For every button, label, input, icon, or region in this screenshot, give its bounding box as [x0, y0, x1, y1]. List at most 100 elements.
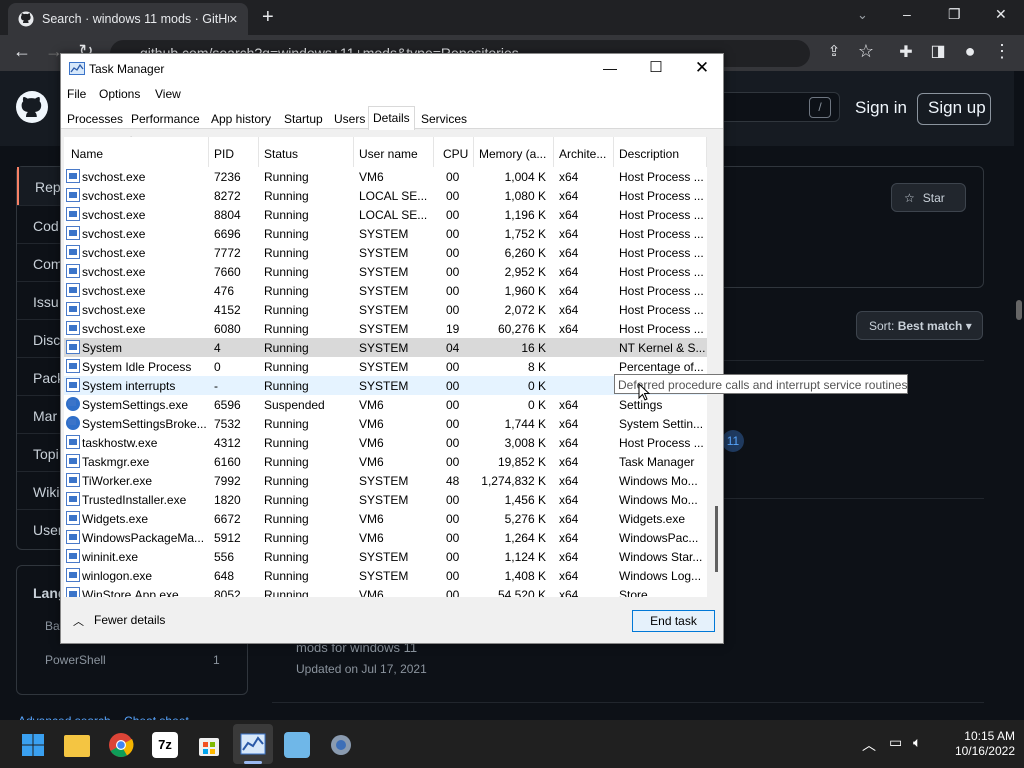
cell-cpu: 00 [446, 550, 460, 564]
minimize-icon[interactable]: — [587, 54, 633, 84]
profile-icon[interactable]: ● [958, 41, 982, 62]
minimize-icon[interactable]: – [903, 6, 911, 22]
back-icon[interactable]: ← [10, 41, 34, 62]
cell-pid: 8052 [214, 588, 241, 597]
end-task-button[interactable]: End task [632, 610, 715, 632]
chrome-icon[interactable] [108, 732, 134, 758]
table-scrollbar-thumb[interactable] [715, 506, 718, 572]
table-row[interactable]: TiWorker.exe 7992 Running SYSTEM 48 1,274,832… [64, 471, 707, 490]
close-tab-icon[interactable]: ✕ [229, 13, 238, 26]
task-manager-taskbar-icon[interactable] [240, 733, 266, 755]
column-header-name[interactable]: Name [64, 137, 209, 167]
table-row[interactable]: svchost.exe 8804 Running LOCAL SE... 00 1,196… [64, 205, 707, 224]
table-row[interactable]: System 4 Running SYSTEM 04 16 K NT Kernel & S.… [64, 338, 707, 357]
menu-file[interactable]: File [67, 87, 86, 101]
title-bar[interactable]: Task Manager — ☐ ✕ [61, 54, 723, 84]
table-row[interactable]: System Idle Process 0 Running SYSTEM 00 8 K Pe… [64, 357, 707, 376]
table-row[interactable]: SystemSettingsBroke... 7532 Running VM6 00 1,… [64, 414, 707, 433]
close-window-icon[interactable]: ✕ [995, 6, 1007, 23]
start-windows-icon[interactable] [21, 733, 45, 757]
cell-description: System Settin... [619, 417, 704, 431]
settings-gear-icon[interactable] [328, 732, 354, 758]
table-row[interactable]: System interrupts-RunningSYSTEM000 KDefe… [64, 376, 707, 395]
table-row[interactable]: taskhostw.exe 4312 Running VM6 00 3,008 K x64 H… [64, 433, 707, 452]
cell-cpu: 00 [446, 246, 460, 260]
column-header-architecture[interactable]: Archite... [554, 137, 614, 167]
cell-memory: 19,852 K [497, 455, 546, 469]
chevron-up-icon[interactable]: ︿ [862, 735, 876, 755]
cell-user: SYSTEM [359, 474, 409, 488]
7zip-icon[interactable]: 7z [152, 732, 178, 758]
cell-description: Host Process ... [619, 284, 704, 298]
page-scrollbar[interactable] [1014, 71, 1024, 721]
sign-up-button[interactable]: Sign up [917, 93, 991, 125]
side-panel-icon[interactable]: ◨ [926, 41, 950, 61]
tab-details[interactable]: Details [368, 106, 415, 130]
star-button[interactable]: ☆ Star [891, 183, 966, 212]
table-row[interactable]: svchost.exe 6080 Running SYSTEM 19 60,276 K x6… [64, 319, 707, 338]
github-favicon-icon [18, 11, 34, 27]
sort-dropdown[interactable]: Sort: Best match ▾ [856, 311, 983, 340]
maximize-icon[interactable]: ☐ [633, 54, 679, 84]
language-row-name[interactable]: PowerShell [45, 653, 106, 667]
table-row[interactable]: WindowsPackageMa... 5912 Running VM6 00 1,264… [64, 528, 707, 547]
table-row[interactable]: svchost.exe 7660 Running SYSTEM 00 2,952 K x64… [64, 262, 707, 281]
cell-description: Host Process ... [619, 436, 704, 450]
tab-app-history[interactable]: App history [207, 108, 275, 129]
column-header-status[interactable]: Status [259, 137, 354, 167]
volume-icon[interactable]: 🔈︎ [913, 734, 921, 751]
table-row[interactable]: SystemSettings.exe 6596 Suspended VM6 00 0 K x… [64, 395, 707, 414]
table-row[interactable]: svchost.exe 6696 Running SYSTEM 00 1,752 K x64… [64, 224, 707, 243]
sort-value: Best match [897, 319, 963, 333]
column-header-cpu[interactable]: CPU [434, 137, 474, 167]
topic-badge[interactable]: 11 [722, 430, 744, 452]
tab-users[interactable]: Users [330, 108, 369, 129]
table-row[interactable]: Widgets.exe 6672 Running VM6 00 5,276 K x64 Wid… [64, 509, 707, 528]
chevron-up-icon[interactable]: ︿ [73, 613, 84, 629]
column-header-pid[interactable]: PID [209, 137, 259, 167]
network-icon[interactable]: ▭ [889, 734, 902, 751]
github-logo-icon[interactable] [16, 91, 48, 123]
more-menu-icon[interactable]: ⋮ [990, 41, 1014, 62]
tab-processes[interactable]: Processes [63, 108, 127, 129]
cell-status: Running [264, 170, 309, 184]
cell-arch: x64 [559, 284, 579, 298]
tab-performance[interactable]: Performance [127, 108, 204, 129]
column-header-description[interactable]: Description [614, 137, 707, 167]
table-row[interactable]: svchost.exe 476 Running SYSTEM 00 1,960 K x64 H… [64, 281, 707, 300]
restore-icon[interactable]: ❐ [948, 6, 961, 23]
table-row[interactable]: svchost.exe 4152 Running SYSTEM 00 2,072 K x64… [64, 300, 707, 319]
new-tab-icon[interactable]: + [262, 6, 274, 29]
extensions-icon[interactable]: ✚ [894, 42, 918, 62]
close-icon[interactable]: ✕ [679, 54, 725, 84]
table-row[interactable]: svchost.exe 7236 Running VM6 00 1,004 K x64 Hos… [64, 167, 707, 186]
table-row[interactable]: TrustedInstaller.exe 1820 Running SYSTEM 00 1… [64, 490, 707, 509]
table-row[interactable]: svchost.exe 7772 Running SYSTEM 00 6,260 K x64… [64, 243, 707, 262]
browser-tab[interactable]: Search · windows 11 mods · GitHub ✕ [8, 3, 248, 35]
fewer-details-link[interactable]: Fewer details [94, 613, 165, 627]
menu-view[interactable]: View [155, 87, 181, 101]
column-header-user-name[interactable]: User name [354, 137, 434, 167]
clock[interactable]: 10:15 AM 10/16/2022 [945, 729, 1015, 759]
table-row[interactable]: WinStore.App.exe 8052 Running VM6 00 54,520 K… [64, 585, 707, 597]
bookmark-star-icon[interactable]: ☆ [854, 41, 878, 62]
table-row[interactable]: wininit.exe 556 Running SYSTEM 00 1,124 K x64 W… [64, 547, 707, 566]
table-row[interactable]: Taskmgr.exe 6160 Running VM6 00 19,852 K x64 Ta… [64, 452, 707, 471]
table-row[interactable]: winlogon.exe 648 Running SYSTEM 00 1,408 K x64… [64, 566, 707, 585]
cell-arch: x64 [559, 398, 579, 412]
tab-search-icon[interactable]: ⌄ [857, 7, 868, 23]
sign-in-link[interactable]: Sign in [855, 98, 907, 118]
column-header-memory[interactable]: Memory (a... [474, 137, 554, 167]
cell-arch: x64 [559, 322, 579, 336]
page-scrollbar-thumb[interactable] [1016, 300, 1022, 320]
menu-options[interactable]: Options [99, 87, 140, 101]
file-explorer-icon[interactable] [64, 735, 90, 757]
process-table: Name PID Status User name CPU Memory (a.… [64, 137, 707, 597]
cell-memory: 1,960 K [504, 284, 546, 298]
tab-services[interactable]: Services [417, 108, 471, 129]
table-row[interactable]: svchost.exe 8272 Running LOCAL SE... 00 1,080… [64, 186, 707, 205]
tab-startup[interactable]: Startup [280, 108, 327, 129]
microsoft-store-icon[interactable] [196, 732, 222, 758]
share-icon[interactable]: ⇪ [822, 42, 846, 60]
control-panel-icon[interactable] [284, 732, 310, 758]
